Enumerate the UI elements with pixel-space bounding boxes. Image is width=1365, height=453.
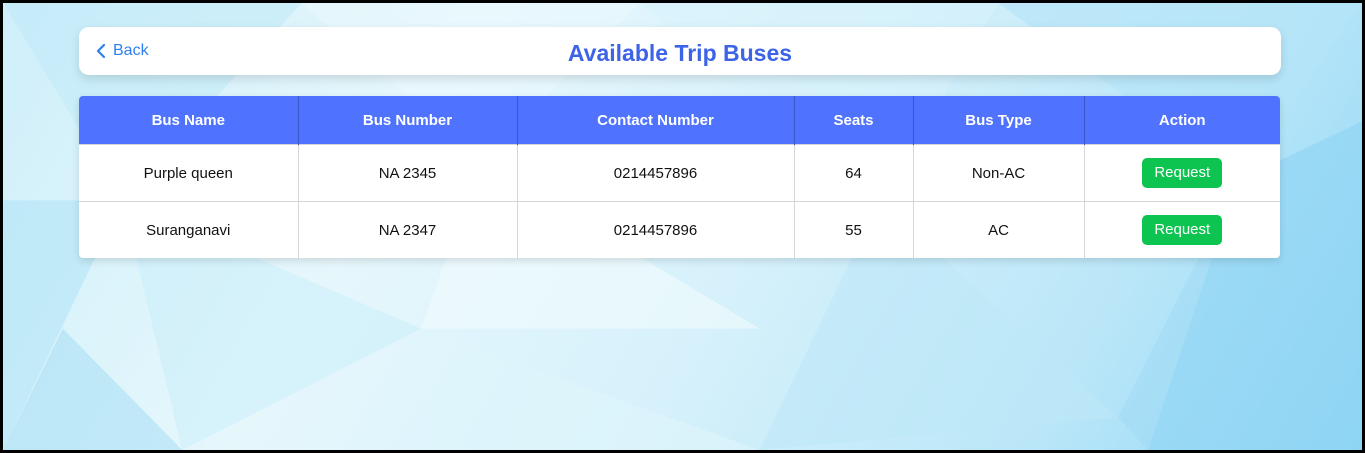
request-button[interactable]: Request: [1142, 215, 1223, 245]
column-header-contact-number: Contact Number: [517, 96, 795, 145]
cell-contact-number: 0214457896: [517, 201, 795, 258]
cell-bus-type: Non-AC: [913, 144, 1085, 202]
cell-action: Request: [1084, 201, 1280, 258]
cell-bus-type: AC: [913, 201, 1085, 258]
app-window: Back Available Trip Buses Bus Name Bus N…: [0, 0, 1365, 453]
cell-seats: 64: [794, 144, 914, 202]
back-button[interactable]: Back: [95, 27, 149, 75]
column-header-action: Action: [1084, 96, 1280, 145]
page-title: Available Trip Buses: [567, 40, 793, 66]
cell-bus-number: NA 2345: [298, 144, 518, 202]
column-header-bus-name: Bus Name: [79, 96, 299, 145]
cell-bus-number: NA 2347: [298, 201, 518, 258]
cell-seats: 55: [794, 201, 914, 258]
column-header-seats: Seats: [794, 96, 914, 145]
cell-contact-number: 0214457896: [517, 144, 795, 202]
request-button[interactable]: Request: [1142, 158, 1223, 188]
cell-action: Request: [1084, 144, 1280, 202]
table-row: Purple queen NA 2345 0214457896 64 Non-A…: [79, 144, 1280, 202]
buses-table: Bus Name Bus Number Contact Number Seats…: [79, 96, 1280, 258]
back-label: Back: [113, 42, 149, 59]
table-row: Suranganavi NA 2347 0214457896 55 AC Req…: [79, 201, 1280, 258]
table-header-row: Bus Name Bus Number Contact Number Seats…: [79, 96, 1280, 145]
cell-bus-name: Purple queen: [79, 144, 299, 202]
cell-bus-name: Suranganavi: [79, 201, 299, 258]
column-header-bus-type: Bus Type: [913, 96, 1085, 145]
header-bar: Back Available Trip Buses: [79, 27, 1281, 75]
chevron-left-icon: [95, 43, 107, 59]
column-header-bus-number: Bus Number: [298, 96, 518, 145]
